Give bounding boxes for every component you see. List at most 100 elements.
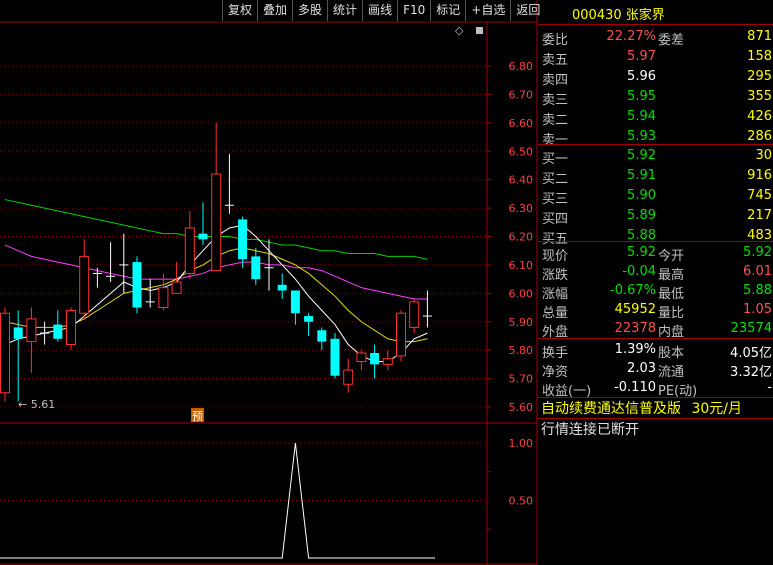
square-icon: [476, 27, 483, 34]
y-tick-label: 6.00: [509, 287, 534, 300]
low-price-marker: ← 5.61: [18, 398, 55, 411]
candle-body: [343, 369, 354, 385]
y-tick-label: 6.10: [509, 259, 534, 272]
candle-body: [396, 312, 406, 357]
quote-value: 5.94: [627, 109, 656, 124]
connection-status: 行情连接已断开: [541, 422, 639, 438]
candle-body: [184, 227, 195, 274]
quote-row: 买一 5.92 30: [540, 146, 772, 167]
quote-value: 5.96: [627, 69, 656, 84]
quote-label: 委比: [542, 33, 569, 48]
y-tick-label: 5.80: [509, 344, 534, 357]
quote-value: 1.39%: [614, 342, 656, 357]
toolbar-button-6[interactable]: 标记: [430, 0, 465, 21]
quote-value-2: 355: [747, 89, 772, 104]
subscription-ad[interactable]: 自动续费通达信普及版 30元/月: [541, 398, 742, 418]
quote-value-2: 295: [747, 69, 772, 84]
y-tick-label: 6.80: [509, 60, 534, 73]
quote-value-2: -: [767, 380, 772, 395]
ad-text: 自动续费通达信普及版: [541, 401, 681, 417]
quote-row: 买二 5.91 916: [540, 166, 772, 187]
candle-body: [304, 316, 314, 322]
y-tick-label: 6.40: [509, 174, 534, 187]
quote-value-2: 745: [747, 188, 772, 203]
candle-body: [26, 318, 37, 343]
toolbar-button-0[interactable]: 复权: [222, 0, 257, 21]
candle-body: [251, 256, 261, 280]
quote-row: 卖五 5.97 158: [540, 47, 772, 68]
pre-marker: 预: [192, 410, 203, 423]
quote-row: 总量 45952 量比 1.05: [540, 300, 772, 321]
candle-body: [158, 287, 169, 309]
quote-value: 5.91: [627, 168, 656, 183]
sub-tick-label: 1.00: [509, 437, 534, 450]
quote-row: 净资 2.03 流通 3.32亿: [540, 359, 772, 380]
toolbar-button-1[interactable]: 叠加: [257, 0, 292, 21]
toolbar-button-7[interactable]: +自选: [465, 0, 510, 21]
quote-row: 换手 1.39% 股本 4.05亿: [540, 340, 772, 361]
candle-body: [132, 262, 142, 308]
quote-value-2: 5.88: [743, 283, 772, 298]
ad-price: 30元/月: [691, 401, 742, 417]
quote-label: 卖二: [542, 113, 569, 128]
quote-value-2: 217: [747, 208, 772, 223]
candle-body: [53, 324, 63, 339]
y-tick-label: 5.70: [509, 373, 534, 386]
divider: [538, 24, 773, 25]
quote-value-2: 916: [747, 168, 772, 183]
quote-value: 5.93: [627, 129, 656, 144]
y-tick-label: 6.50: [509, 145, 534, 158]
quote-row: 涨跌 -0.04 最高 6.01: [540, 262, 772, 283]
quote-label: 卖五: [542, 53, 569, 68]
candle-body: [330, 338, 340, 376]
stock-code: 000430: [572, 8, 622, 23]
quote-row: 卖三 5.95 355: [540, 87, 772, 108]
candle-body: [66, 309, 76, 345]
quote-value-2: 426: [747, 109, 772, 124]
candle-body: [382, 358, 393, 365]
quote-value-2: 286: [747, 129, 772, 144]
quote-value: 22.27%: [606, 29, 656, 44]
y-tick-label: 5.90: [509, 316, 534, 329]
quote-row: 委比 22.27% 委差 871: [540, 27, 772, 48]
quote-row: 外盘 22378 内盘 23574: [540, 319, 772, 340]
quote-label: 买四: [542, 212, 569, 227]
quote-value: 5.97: [627, 49, 656, 64]
quote-panel: 000430 张家界 委比 22.27% 委差 871 卖五 5.97 158 卖四 5.96 2…: [538, 0, 773, 565]
candle-body: [79, 255, 90, 314]
quote-value: -0.110: [614, 380, 656, 395]
toolbar-button-2[interactable]: 多股: [292, 0, 327, 21]
candle-body: [13, 327, 23, 339]
diamond-icon: ◇: [455, 24, 464, 37]
quote-label: 买二: [542, 172, 569, 187]
quote-value: 5.90: [627, 188, 656, 203]
toolbar-button-3[interactable]: 统计: [327, 0, 362, 21]
quote-label: 买三: [542, 192, 569, 207]
candle-body: [317, 330, 327, 342]
quote-value: 5.92: [627, 245, 656, 260]
quote-value: 2.03: [627, 361, 656, 376]
candle-body: [0, 312, 10, 394]
quote-row: 买四 5.89 217: [540, 206, 772, 227]
candle-body: [238, 219, 248, 260]
toolbar-button-4[interactable]: 画线: [362, 0, 397, 21]
quote-value-2: 158: [747, 49, 772, 64]
quote-row: 卖二 5.94 426: [540, 107, 772, 128]
quote-row: 涨幅 -0.67% 最低 5.88: [540, 281, 772, 302]
quote-value: 45952: [614, 302, 656, 317]
kline-chart[interactable]: 6.80 6.70 6.60 6.50 6.40 6.30 6.20 6.10 6.00 5.90…: [0, 0, 538, 565]
quote-value: 5.92: [627, 148, 656, 163]
quote-row: 卖四 5.96 295: [540, 67, 772, 88]
divider: [538, 144, 773, 145]
toolbar-button-5[interactable]: F10: [397, 0, 430, 21]
chart-toolbar: 复权 叠加 多股 统计 画线 F10 标记 +自选 返回: [222, 0, 545, 22]
candle-body: [290, 290, 300, 314]
quote-value: -0.04: [622, 264, 656, 279]
quote-value: -0.67%: [610, 283, 656, 298]
candle-body: [171, 281, 182, 294]
quote-value-2: 1.05: [743, 302, 772, 317]
y-tick-label: 6.70: [509, 88, 534, 101]
y-tick-label: 6.20: [509, 231, 534, 244]
quote-label: 买一: [542, 152, 569, 167]
indicator-line: [0, 442, 435, 559]
